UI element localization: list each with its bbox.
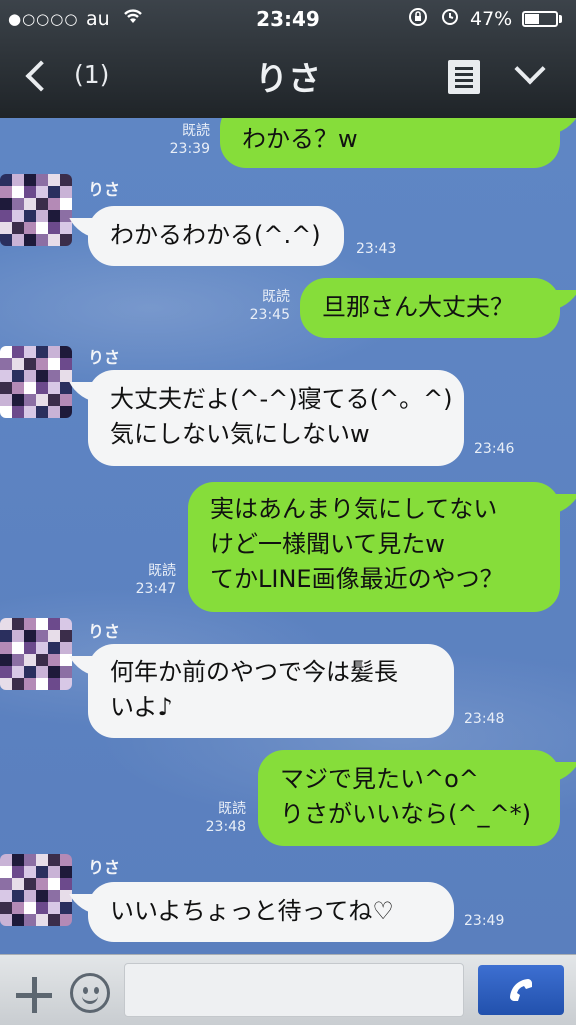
message-time: 23:49: [464, 913, 505, 929]
read-receipt: 既読 23:47: [135, 563, 176, 597]
alarm-icon: [440, 6, 460, 31]
message-bubble-outgoing[interactable]: マジで見たい^o^ りさがいいなら(^_^*): [258, 750, 560, 846]
message-bubble-outgoing[interactable]: 旦那さん大丈夫？: [300, 278, 560, 338]
phone-icon: [510, 979, 532, 1001]
plus-icon[interactable]: [16, 977, 52, 1013]
read-receipt: 既読 23:45: [249, 289, 290, 323]
sender-name: りさ: [88, 622, 121, 641]
avatar[interactable]: [0, 854, 72, 926]
sender-name: りさ: [88, 348, 121, 367]
message-bubble-incoming[interactable]: 大丈夫だよ(^-^)寝てる(^。^) 気にしない気にしないw: [88, 370, 464, 466]
message-bubble-incoming[interactable]: いいよちょっと待ってね♡: [88, 882, 454, 942]
sender-name: りさ: [88, 858, 121, 877]
avatar[interactable]: [0, 174, 72, 246]
nav-bar: (1) りさ: [0, 38, 576, 118]
sender-name: りさ: [88, 180, 121, 199]
chat-title: りさ: [255, 59, 321, 98]
top-bar: ●○○○○ au 23:49 47% (1) りさ: [0, 0, 576, 118]
chat-area[interactable]: 既読 23:39 わかる？w りさ わかるわかる(^.^) 23:43 既読 23:…: [0, 118, 576, 954]
battery-icon: [522, 11, 558, 27]
message-time: 23:43: [356, 241, 397, 257]
message-input[interactable]: [124, 963, 464, 1017]
message-bubble-incoming[interactable]: 何年か前のやつで今は髪長 いよ♪: [88, 644, 454, 738]
message-bubble-outgoing[interactable]: わかる？w: [220, 118, 560, 168]
battery-percent: 47%: [470, 8, 513, 30]
status-bar: ●○○○○ au 23:49 47%: [0, 0, 576, 38]
message-time: 23:48: [464, 711, 505, 727]
avatar[interactable]: [0, 618, 72, 690]
read-receipt: 既読 23:48: [205, 801, 246, 835]
message-time: 23:46: [474, 441, 515, 457]
rotation-lock-icon: [408, 7, 428, 32]
read-receipt: 既読 23:39: [169, 123, 210, 157]
note-list-icon[interactable]: [448, 60, 480, 94]
call-button[interactable]: [478, 965, 564, 1015]
message-bubble-incoming[interactable]: わかるわかる(^.^): [88, 206, 344, 266]
message-bubble-outgoing[interactable]: 実はあんまり気にしてない けど一様聞いて見たw てかLINE画像最近のやつ？: [188, 482, 560, 612]
avatar[interactable]: [0, 346, 72, 418]
smiley-icon[interactable]: [70, 973, 110, 1013]
chevron-down-icon[interactable]: [514, 53, 546, 88]
input-toolbar: [0, 954, 576, 1025]
